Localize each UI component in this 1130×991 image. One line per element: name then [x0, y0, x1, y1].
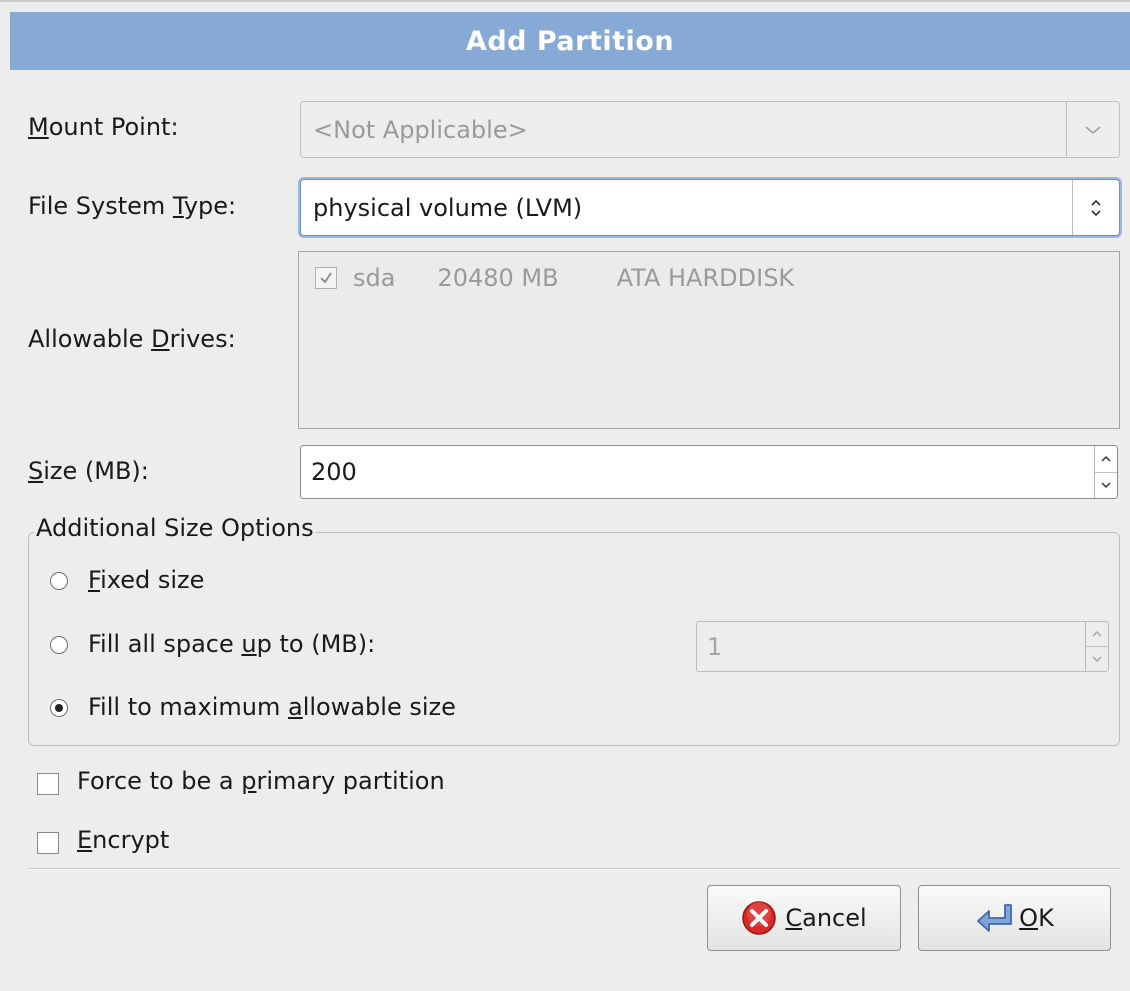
size-label: Size (MB):: [28, 457, 149, 485]
mount-point-value: <Not Applicable>: [313, 115, 528, 144]
size-spinbutton[interactable]: 200: [300, 445, 1118, 499]
mount-point-combo[interactable]: <Not Applicable>: [300, 101, 1120, 158]
size-options-title: Additional Size Options: [34, 514, 316, 542]
fill-upto-radio[interactable]: [50, 636, 68, 654]
cancel-button[interactable]: Cancel: [707, 885, 901, 951]
primary-partition-checkbox[interactable]: [37, 773, 59, 795]
mount-point-label: Mount Point:: [28, 113, 179, 141]
spin-arrows: [1094, 446, 1117, 498]
fill-upto-spinbutton[interactable]: 1: [696, 621, 1109, 672]
ok-button[interactable]: OK: [918, 885, 1111, 951]
size-value: 200: [311, 458, 357, 486]
fs-type-label: File System Type:: [28, 192, 237, 220]
drive-name: sda: [353, 264, 396, 292]
encrypt-label: Encrypt: [77, 826, 170, 854]
fixed-size-label: Fixed size: [88, 566, 205, 594]
spin-down-icon[interactable]: [1086, 646, 1108, 671]
spin-up-icon[interactable]: [1086, 622, 1108, 646]
drive-checkbox[interactable]: [315, 267, 337, 289]
fill-upto-label: Fill all space up to (MB):: [88, 630, 376, 658]
drive-size: 20480 MB: [437, 264, 559, 292]
add-partition-dialog: Add Partition Mount Point: <Not Applicab…: [0, 0, 1130, 991]
fixed-size-radio[interactable]: [50, 572, 68, 590]
drives-label: Allowable Drives:: [28, 325, 236, 353]
fill-max-radio[interactable]: [50, 699, 68, 717]
fs-type-value: physical volume (LVM): [313, 193, 583, 222]
spin-up-icon[interactable]: [1095, 446, 1117, 472]
fill-upto-value: 1: [707, 632, 723, 661]
dialog-title: Add Partition: [10, 12, 1130, 70]
cancel-icon: [742, 901, 777, 935]
ok-label: OK: [1019, 904, 1054, 932]
separator: [28, 868, 1120, 870]
primary-partition-label: Force to be a primary partition: [77, 767, 445, 795]
drive-row[interactable]: sda 20480 MB ATA HARDDISK: [315, 264, 794, 292]
spin-down-icon[interactable]: [1095, 471, 1117, 499]
cancel-label: Cancel: [785, 904, 867, 932]
spin-arrows: [1085, 622, 1108, 671]
updown-chevron-icon: [1072, 180, 1119, 235]
fill-max-label: Fill to maximum allowable size: [88, 693, 456, 721]
ok-enter-icon: [977, 904, 1013, 932]
drive-model: ATA HARDDISK: [616, 264, 795, 292]
chevron-down-icon: [1066, 102, 1119, 157]
encrypt-checkbox[interactable]: [37, 832, 59, 854]
drives-list: sda 20480 MB ATA HARDDISK: [298, 251, 1120, 429]
fs-type-combo[interactable]: physical volume (LVM): [300, 179, 1120, 236]
